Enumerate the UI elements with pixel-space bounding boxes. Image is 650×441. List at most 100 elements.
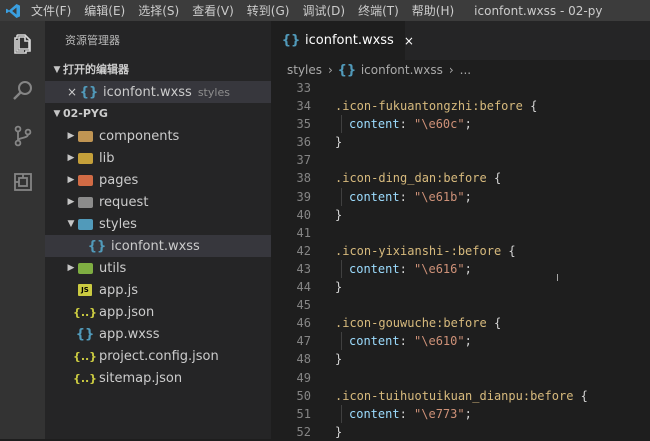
open-editor-folder-hint: styles xyxy=(197,85,230,99)
chevron-right-icon: › xyxy=(448,63,454,77)
line-number: 46 xyxy=(296,316,311,331)
line-number: 48 xyxy=(296,352,311,367)
menu-item[interactable]: 文件(F) xyxy=(26,2,76,19)
colon: : xyxy=(399,261,415,276)
activity-bar xyxy=(0,21,45,439)
code-line: 45 xyxy=(271,296,650,314)
code-line: 47 content: "\e610"; xyxy=(271,332,650,350)
breadcrumb-folder[interactable]: styles xyxy=(287,63,322,77)
folder-item[interactable]: ▼ styles xyxy=(45,213,271,235)
menu-item[interactable]: 转到(G) xyxy=(242,2,295,19)
chevron-down-icon: ▼ xyxy=(53,109,61,119)
chevron-down-icon: ▼ xyxy=(53,65,61,75)
code-line: 44} xyxy=(271,278,650,296)
semicolon: ; xyxy=(464,189,472,204)
json-file-icon: {..} xyxy=(72,371,98,385)
folder-item[interactable]: ▶ components xyxy=(45,125,271,147)
line-number: 47 xyxy=(296,334,311,349)
menu-item[interactable]: 选择(S) xyxy=(133,2,184,19)
menu-item[interactable]: 查看(V) xyxy=(187,2,239,19)
menu-item[interactable]: 调试(D) xyxy=(297,2,350,19)
line-content: } xyxy=(335,133,342,151)
colon: : xyxy=(399,334,415,349)
line-content: } xyxy=(335,423,342,441)
editor-area: {} iconfont.wxss × styles › {} iconfont.… xyxy=(271,21,650,439)
folder-icon xyxy=(77,261,93,275)
folder-icon xyxy=(77,173,93,187)
line-number: 44 xyxy=(296,280,311,295)
menu-item[interactable]: 终端(T) xyxy=(353,2,404,19)
file-item[interactable]: {} iconfont.wxss xyxy=(45,235,271,257)
chevron-right-icon: ▶ xyxy=(67,153,75,163)
open-editors-label: 打开的编辑器 xyxy=(63,63,129,76)
file-item[interactable]: {..} project.config.json xyxy=(45,345,271,367)
folder-item[interactable]: ▶ lib xyxy=(45,147,271,169)
explorer-icon[interactable] xyxy=(0,21,45,67)
menu-item[interactable]: 编辑(E) xyxy=(79,2,130,19)
explorer-sidebar: 资源管理器 ▼ 打开的编辑器 × {} iconfont.wxss styles… xyxy=(45,21,271,439)
line-number: 39 xyxy=(296,189,311,204)
file-item[interactable]: {..} app.json xyxy=(45,301,271,323)
search-icon[interactable] xyxy=(0,67,45,113)
brace: { xyxy=(486,316,502,331)
line-number: 51 xyxy=(296,406,311,421)
close-icon[interactable]: × xyxy=(404,34,414,48)
source-control-icon[interactable] xyxy=(0,113,45,159)
mouse-cursor-icon: I xyxy=(556,273,559,284)
brace: } xyxy=(335,280,343,295)
indent-guide xyxy=(341,404,342,423)
file-item[interactable]: JS app.js xyxy=(45,279,271,301)
open-editor-item[interactable]: × {} iconfont.wxss styles xyxy=(45,81,271,103)
folder-item[interactable]: ▶ pages xyxy=(45,169,271,191)
code-line: 43 content: "\e616"; xyxy=(271,260,650,278)
css-property: content xyxy=(349,189,400,204)
code-line: 34 .icon-fukuantongzhi:before { xyxy=(271,97,650,115)
colon: : xyxy=(399,406,415,421)
line-content: content: "\e61b"; xyxy=(335,188,472,206)
tree-item-label: lib xyxy=(99,150,115,166)
breadcrumb-more[interactable]: ... xyxy=(460,63,471,77)
folder-item[interactable]: ▶ request xyxy=(45,191,271,213)
tree-item-label: styles xyxy=(99,216,137,232)
css-property: content xyxy=(349,406,400,421)
breadcrumb-file[interactable]: iconfont.wxss xyxy=(361,63,443,77)
line-content: content: "\e60c"; xyxy=(335,115,472,133)
indent-guide xyxy=(341,332,342,351)
line-number: 40 xyxy=(296,207,311,222)
brace: } xyxy=(335,424,343,439)
line-content: .icon-tuihuotuikuan_dianpu:before { xyxy=(335,387,588,405)
line-content: .icon-gouwuche:before { xyxy=(335,314,501,332)
css-property: content xyxy=(349,261,400,276)
tab-label: iconfont.wxss xyxy=(305,33,394,48)
tree-item-label: sitemap.json xyxy=(99,370,183,386)
css-value: "\e60c" xyxy=(414,117,465,132)
code-editor[interactable]: 33 34 .icon-fukuantongzhi:before {35 conten… xyxy=(271,79,650,439)
semicolon: ; xyxy=(464,261,472,276)
open-editors-header[interactable]: ▼ 打开的编辑器 xyxy=(45,59,271,81)
brace: { xyxy=(573,388,588,403)
brace: } xyxy=(335,135,343,150)
css-selector: .icon-tuihuotuikuan_dianpu:before xyxy=(335,388,574,403)
file-item[interactable]: {..} sitemap.json xyxy=(45,367,271,389)
folder-item[interactable]: ▶ utils xyxy=(45,257,271,279)
extensions-icon[interactable] xyxy=(0,159,45,205)
line-number: 45 xyxy=(296,298,311,313)
tree-item-label: project.config.json xyxy=(99,348,219,364)
project-folder-header[interactable]: ▼ 02-PYG xyxy=(45,103,271,125)
colon: : xyxy=(399,189,415,204)
tab-iconfont-wxss[interactable]: {} iconfont.wxss × xyxy=(271,21,414,60)
line-number: 37 xyxy=(296,153,311,168)
line-number: 34 xyxy=(296,99,311,114)
line-content: content: "\e773"; xyxy=(335,405,472,423)
open-editor-name: iconfont.wxss xyxy=(103,84,192,100)
line-content: } xyxy=(335,206,342,224)
menu-item[interactable]: 帮助(H) xyxy=(407,2,459,19)
project-label: 02-PYG xyxy=(63,107,108,120)
code-line: 50 .icon-tuihuotuikuan_dianpu:before { xyxy=(271,387,650,405)
line-number: 52 xyxy=(296,424,311,439)
code-line: 35 content: "\e60c"; xyxy=(271,115,650,133)
colon: : xyxy=(399,117,415,132)
file-item[interactable]: {} app.wxss xyxy=(45,323,271,345)
line-number: 49 xyxy=(296,370,311,385)
breadcrumb: styles › {} iconfont.wxss › ... xyxy=(271,60,650,80)
